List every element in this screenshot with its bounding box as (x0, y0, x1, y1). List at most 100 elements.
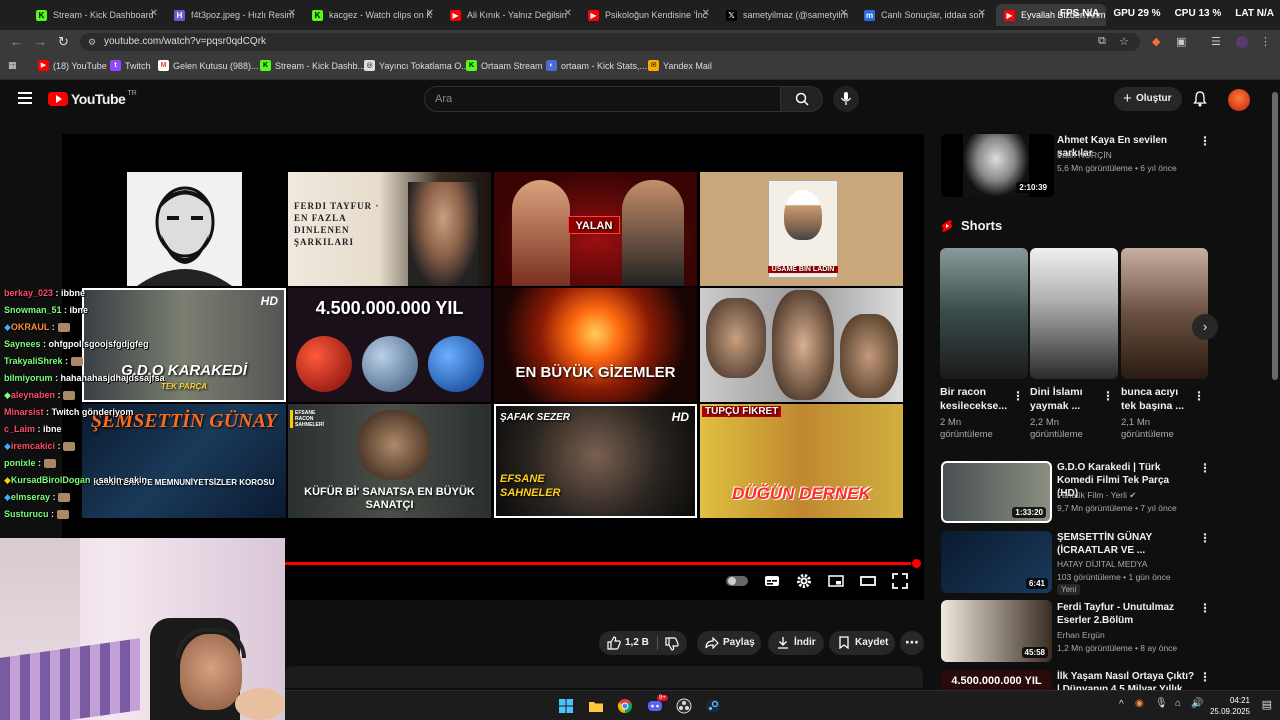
short-thumbnail[interactable] (940, 248, 1028, 379)
endscreen-usame[interactable]: USAME BIN LADIN (700, 172, 903, 286)
tab-x-samet[interactable]: 𝕏 sametyilmaz (@sametyilm ✕ (718, 4, 854, 26)
steam-icon[interactable] (705, 698, 721, 714)
video-thumbnail[interactable]: 1:33:20 (941, 461, 1052, 523)
tab-close-icon[interactable]: ✕ (288, 8, 296, 19)
endscreen-semsettin[interactable]: ŞEMSETTİN GÜNAY İCRAATLAR VE MEMNUNİYETS… (82, 404, 286, 518)
progress-scrubber[interactable] (912, 559, 921, 568)
back-icon[interactable]: ← (10, 34, 23, 49)
extensions-puzzle-icon[interactable]: ▣ (1176, 35, 1186, 48)
notifications-bell-icon[interactable] (1193, 91, 1207, 107)
bookmark-kick-dashboard[interactable]: K Stream - Kick Dashb... (260, 60, 365, 71)
chrome-icon[interactable] (617, 698, 633, 714)
more-actions-button[interactable]: ⋯ (900, 631, 924, 655)
video-player[interactable]: FERDI TAYFUR · EN FAZLA DINLENEN ŞARKILA… (62, 134, 924, 600)
save-button[interactable]: Kaydet (829, 631, 895, 655)
reload-icon[interactable]: ↻ (58, 34, 69, 50)
video-thumbnail[interactable]: 2:10:39 (941, 134, 1054, 197)
fullscreen-icon[interactable] (892, 573, 908, 589)
reading-list-icon[interactable]: ☰ (1211, 35, 1221, 48)
more-vert-icon[interactable]: ⋮ (1199, 601, 1211, 615)
site-info-icon[interactable]: ⚙ (88, 33, 96, 51)
tab-kick-clips[interactable]: K kacgez - Watch clips on K ✕ (304, 4, 440, 26)
system-clock[interactable]: 04:21 25.09.2025 (1210, 695, 1250, 717)
endscreen-yil[interactable]: 4.500.000.000 YIL (288, 288, 491, 402)
endscreen-dugun-dernek[interactable]: TÜPÇÜ FİKRET DÜĞÜN DERNEK (700, 404, 903, 518)
tray-app-icon[interactable]: ◉ (1135, 698, 1144, 709)
more-vert-icon[interactable]: ⋮ (1199, 461, 1211, 475)
more-vert-icon[interactable]: ⋮ (1199, 134, 1211, 148)
voice-search-button[interactable] (833, 86, 859, 112)
address-bar[interactable]: ⚙ youtube.com/watch?v=pqsr0qdCQrk (80, 33, 1140, 51)
more-vert-icon[interactable]: ⋮ (1199, 670, 1211, 684)
short-thumbnail[interactable] (1030, 248, 1118, 379)
bookmark-ortaam-stream[interactable]: K Ortaam Stream (466, 60, 543, 71)
tab-youtube-psikolog[interactable]: ▶ Psikoloğun Kendisine 'İnc ✕ (580, 4, 716, 26)
microphone-tray-icon[interactable]: 🎙 (1155, 698, 1168, 709)
network-icon[interactable]: ⌂ (1175, 698, 1181, 709)
windows-start-icon[interactable] (558, 698, 574, 714)
youtube-logo[interactable]: YouTube TR (48, 90, 137, 107)
video-progress-bar[interactable] (285, 562, 911, 565)
endscreen-ahmet-kaya[interactable] (127, 172, 242, 286)
tab-youtube-ali-kinik[interactable]: ▶ Ali Kınık - Yalnız Değilsin ✕ (442, 4, 578, 26)
file-explorer-icon[interactable] (588, 698, 604, 714)
more-vert-icon[interactable]: ⋮ (1012, 389, 1024, 403)
bookmark-kick-stats[interactable]: ◐ ortaam - Kick Stats,... (546, 60, 647, 71)
video-thumbnail[interactable]: 45:58 (941, 600, 1052, 662)
obs-icon[interactable] (676, 698, 692, 714)
like-icon[interactable] (607, 636, 621, 650)
download-button[interactable]: İndir (768, 631, 824, 655)
video-thumbnail[interactable]: 6:41 (941, 531, 1052, 593)
video-thumbnail[interactable]: 4.500.000.000 YIL (941, 670, 1052, 690)
more-vert-icon[interactable]: ⋮ (1199, 531, 1211, 545)
endscreen-yalan[interactable]: YALAN (494, 172, 697, 286)
endscreen-gizemler[interactable]: EN BÜYÜK GİZEMLER (494, 288, 697, 402)
tab-close-icon[interactable]: ✕ (978, 8, 986, 19)
bookmark-yandex-mail[interactable]: ✉ Yandex Mail (648, 60, 712, 71)
tab-close-icon[interactable]: ✕ (840, 8, 848, 19)
bookmark-yayinci[interactable]: ◎ Yayıncı Tokatlama O... (364, 60, 469, 71)
forward-icon[interactable]: → (34, 34, 47, 49)
tab-close-icon[interactable]: ✕ (150, 8, 158, 19)
theater-mode-icon[interactable] (860, 573, 876, 589)
endscreen-kufur[interactable]: EFSANE RACON SAHNELERİ KÜFÜR Bİ' SANATSA… (288, 404, 491, 518)
share-button[interactable]: Paylaş (697, 631, 761, 655)
endscreen-ferdi-tayfur[interactable]: FERDI TAYFUR · EN FAZLA DINLENEN ŞARKILA… (288, 172, 491, 286)
shorts-next-button[interactable]: › (1192, 314, 1218, 340)
hamburger-menu-icon[interactable] (18, 92, 32, 104)
bookmark-youtube[interactable]: ▶ (18) YouTube (38, 60, 107, 71)
scrollbar-thumb[interactable] (1272, 92, 1278, 380)
apps-grid-icon[interactable]: ▦ (8, 60, 17, 71)
account-avatar[interactable] (1228, 89, 1250, 111)
endscreen-ferdi-collage[interactable] (700, 288, 903, 402)
autoplay-toggle[interactable] (726, 576, 748, 586)
search-input[interactable]: Ara (424, 86, 781, 112)
more-vert-icon[interactable]: ⋮ (1102, 389, 1114, 403)
short-thumbnail[interactable] (1121, 248, 1208, 379)
miniplayer-icon[interactable] (828, 573, 844, 589)
create-button[interactable]: + Oluştur (1114, 87, 1182, 111)
more-vert-icon[interactable]: ⋮ (1193, 389, 1205, 403)
bookmark-twitch[interactable]: t Twitch (110, 60, 151, 71)
browser-menu-icon[interactable]: ⋮ (1260, 35, 1271, 48)
extension-icon[interactable]: ◆ (1152, 35, 1160, 48)
settings-gear-icon[interactable] (796, 573, 812, 589)
dislike-icon[interactable] (665, 637, 679, 651)
tab-kick-dashboard[interactable]: K Stream - Kick Dashboard ✕ (28, 4, 164, 26)
bookmark-star-icon[interactable]: ☆ (1119, 35, 1129, 48)
endscreen-safak-sezer[interactable]: HD ŞAFAK SEZER EFSANE SAHNELER (494, 404, 697, 518)
profile-avatar[interactable] (1236, 36, 1248, 48)
tab-close-icon[interactable]: ✕ (564, 8, 572, 19)
tray-chevron-icon[interactable]: ^ (1119, 699, 1124, 710)
tab-close-icon[interactable]: ✕ (702, 8, 710, 19)
tab-image[interactable]: H f4t3poz.jpeg - Hızlı Resim ✕ (166, 4, 302, 26)
subtitles-icon[interactable] (764, 573, 780, 589)
search-button[interactable] (781, 86, 823, 112)
volume-icon[interactable]: 🔊 (1191, 698, 1203, 709)
notification-center-icon[interactable]: ▤ (1262, 698, 1272, 711)
tab-mackolik[interactable]: m Canlı Sonuçlar, iddaa son ✕ (856, 4, 992, 26)
bookmark-gmail[interactable]: M Gelen Kutusu (988)... (158, 60, 259, 71)
tab-close-icon[interactable]: ✕ (426, 8, 434, 19)
description-box[interactable] (285, 666, 923, 688)
install-app-icon[interactable]: ⧉ (1098, 35, 1106, 48)
